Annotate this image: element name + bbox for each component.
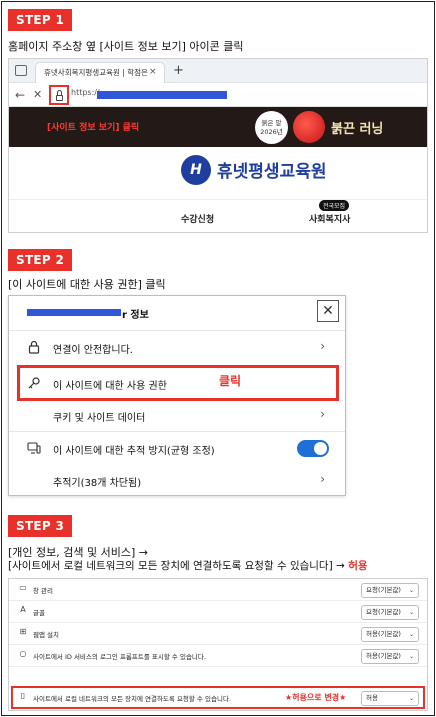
select-value: 요청(기본값) xyxy=(366,608,401,616)
site-info-panel: r 정보 ✕ 연결이 안전합니다. › 이 사이트에 대한 사용 권한 클릭 쿠… xyxy=(8,295,346,496)
row-label: 추적기(38개 차단됨) xyxy=(53,478,142,489)
chevron-down-icon: ⌄ xyxy=(408,631,414,638)
user-icon: ○ xyxy=(19,649,27,658)
row-cookies[interactable]: 쿠키 및 사이트 데이터 › xyxy=(9,398,345,432)
allow-highlight: 허용 xyxy=(348,560,368,572)
lock-icon xyxy=(56,95,63,101)
url-text[interactable]: https:// xyxy=(71,88,100,97)
tracking-icon xyxy=(27,441,41,455)
logo-mark-icon[interactable]: H xyxy=(181,155,211,185)
permission-select[interactable]: 요청(기본값) ⌄ xyxy=(361,605,419,620)
url-redaction xyxy=(97,91,227,99)
tracking-toggle[interactable] xyxy=(297,440,329,457)
toggle-knob xyxy=(314,442,327,455)
year-badge-line1: 붉은 말 xyxy=(261,119,282,127)
permission-label: 창 관리 xyxy=(33,587,54,595)
browser-tab[interactable]: 휴넷사회복지평생교육원 | 학점은 xyxy=(35,62,165,83)
close-icon[interactable]: ✕ xyxy=(317,300,339,322)
red-horse-image xyxy=(293,111,325,143)
banner-title: 붉끈 러닝 xyxy=(331,122,384,137)
step1-caption: 홈페이지 주소창 옆 [사이트 정보 보기] 아이콘 클릭 xyxy=(8,40,244,53)
stop-icon[interactable]: ✕ xyxy=(33,87,42,103)
chevron-down-icon: ⌄ xyxy=(408,653,414,660)
local-network-highlight-box xyxy=(11,686,425,709)
year-badge-line2: 2026년 xyxy=(260,128,283,136)
site-info-button[interactable] xyxy=(49,85,69,105)
permission-label: 글꼴 xyxy=(33,609,45,617)
site-permissions-list: ▭ 창 관리 요청(기본값) ⌄ A 글꼴 요청(기본값) ⌄ ⊞ 웹앱 설치 허용… xyxy=(8,578,428,711)
permission-row-fonts: A 글꼴 요청(기본값) ⌄ xyxy=(9,601,427,623)
row-trackers[interactable]: 추적기(38개 차단됨) › xyxy=(9,463,345,497)
lock-icon xyxy=(27,340,41,354)
permission-select[interactable]: 허용(기본값) ⌄ xyxy=(361,649,419,664)
font-icon: A xyxy=(20,605,26,614)
permission-row-id-login: ○ 사이트에서 ID 서비스의 로그인 프롬프트를 표시할 수 있습니다. 허용… xyxy=(9,645,427,667)
address-bar: ← ✕ https:// xyxy=(9,83,427,107)
step1-badge: STEP 1 xyxy=(8,9,73,31)
row-label: 쿠키 및 사이트 데이터 xyxy=(53,413,146,424)
chevron-right-icon: › xyxy=(320,339,325,353)
browser-screenshot: 휴넷사회복지평생교육원 | 학점은 × + ← ✕ https:// [사이트 … xyxy=(8,58,428,233)
chevron-down-icon: ⌄ xyxy=(408,609,414,616)
select-value: 허용(기본값) xyxy=(366,630,401,638)
site-logo-text[interactable]: 휴넷평생교육원 xyxy=(217,157,326,182)
panel-header: r 정보 ✕ xyxy=(9,296,345,330)
nav-social-worker[interactable]: 사회복지사 xyxy=(309,212,350,225)
panel-title: r 정보 xyxy=(122,310,149,321)
step3-caption-line2: [사이트에서 로컬 네트워크의 모든 장치에 연결하도록 요청할 수 있습니다]… xyxy=(8,558,368,573)
permission-row-window-management: ▭ 창 관리 요청(기본값) ⌄ xyxy=(9,579,427,601)
chevron-down-icon: ⌄ xyxy=(408,587,414,594)
step3-badge: STEP 3 xyxy=(8,515,73,537)
tab-strip: 휴넷사회복지평생교육원 | 학점은 × + xyxy=(9,59,427,83)
permission-highlight-box xyxy=(17,365,339,401)
app-install-icon: ⊞ xyxy=(19,627,27,636)
permission-label: 사이트에서 ID 서비스의 로그인 프롬프트를 표시할 수 있습니다. xyxy=(33,653,206,661)
select-value: 허용(기본값) xyxy=(366,652,401,660)
nav-badge: 전국모집 xyxy=(319,200,350,211)
back-arrow-icon[interactable]: ← xyxy=(15,87,25,103)
window-icon: ▭ xyxy=(19,583,27,592)
site-name-redaction xyxy=(27,309,121,316)
new-tab-icon[interactable]: + xyxy=(173,62,184,80)
permission-select[interactable]: 요청(기본값) ⌄ xyxy=(361,583,419,598)
chevron-right-icon: › xyxy=(320,472,325,486)
year-badge: 붉은 말 2026년 xyxy=(255,111,288,144)
tab-close-icon[interactable]: × xyxy=(149,62,157,82)
row-tracking-prevention[interactable]: 이 사이트에 대한 추적 방지(균형 조정) xyxy=(9,431,345,465)
nav-course-register[interactable]: 수강신청 xyxy=(181,212,214,225)
step3-caption-line2-text: [사이트에서 로컬 네트워크의 모든 장치에 연결하도록 요청할 수 있습니다]… xyxy=(8,560,345,572)
step2-caption: [이 사이트에 대한 사용 권한] 클릭 xyxy=(8,278,166,291)
site-nav: 전국모집 수강신청 사회복지사 xyxy=(9,199,427,232)
site-banner: [사이트 정보 보기] 클릭 붉은 말 2026년 붉끈 러닝 xyxy=(9,107,427,147)
row-connection-secure[interactable]: 연결이 안전합니다. › xyxy=(9,330,345,364)
permission-row-web-app-install: ⊞ 웹앱 설치 허용(기본값) ⌄ xyxy=(9,623,427,645)
permission-select[interactable]: 허용(기본값) ⌄ xyxy=(361,627,419,642)
step2-badge: STEP 2 xyxy=(8,249,73,271)
site-logo-row: H 휴넷평생교육원 xyxy=(9,147,427,199)
row-label: 연결이 안전합니다. xyxy=(53,345,133,356)
select-value: 요청(기본값) xyxy=(366,586,401,594)
site-info-note: [사이트 정보 보기] 클릭 xyxy=(47,123,140,133)
chevron-right-icon: › xyxy=(320,407,325,421)
row-label: 이 사이트에 대한 추적 방지(균형 조정) xyxy=(53,446,215,457)
permission-label: 웹앱 설치 xyxy=(33,631,59,639)
window-menu-icon[interactable] xyxy=(15,65,27,76)
